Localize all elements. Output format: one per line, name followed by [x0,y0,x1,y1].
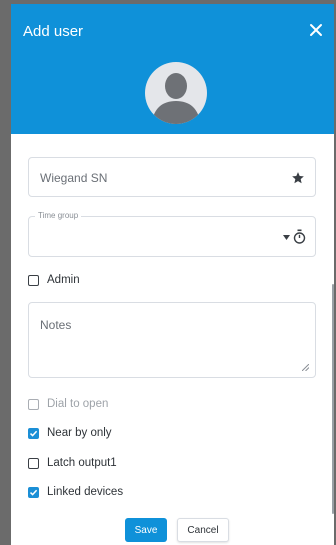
avatar[interactable] [145,62,207,124]
latch-output1-checkbox-box[interactable] [28,457,39,469]
notes-textarea[interactable]: Notes [28,302,316,378]
latch-output1-label: Latch output1 [47,457,117,469]
close-icon[interactable] [308,22,324,38]
dropdown-arrow-icon[interactable] [283,235,290,240]
user-silhouette-icon [152,73,200,124]
near-by-only-label: Near by only [47,427,112,439]
dial-to-open-label: Dial to open [47,398,109,410]
add-user-dialog: Add user Wiegand SN Time group Admin Not… [11,4,334,545]
cancel-button[interactable]: Cancel [177,518,229,542]
admin-checkbox[interactable]: Admin [28,272,80,288]
linked-devices-checkbox[interactable]: Linked devices [28,484,123,500]
dialog-header: Add user [11,4,334,134]
save-button[interactable]: Save [125,518,167,542]
checkmark-icon [29,489,38,496]
resize-handle-icon[interactable] [302,364,309,371]
near-by-only-checkbox[interactable]: Near by only [28,425,112,441]
wiegand-sn-placeholder: Wiegand SN [40,171,108,185]
notes-placeholder: Notes [40,318,72,332]
dialog-title: Add user [23,23,84,40]
linked-devices-label: Linked devices [47,486,124,498]
star-icon[interactable] [291,171,305,185]
linked-devices-checkbox-box[interactable] [28,486,39,498]
wiegand-sn-field[interactable]: Wiegand SN [28,157,316,197]
dial-to-open-checkbox: Dial to open [28,396,108,412]
admin-checkbox-box[interactable] [28,274,39,286]
time-group-label: Time group [35,211,82,220]
latch-output1-checkbox[interactable]: Latch output1 [28,455,117,471]
scrollbar[interactable] [332,284,334,514]
stopwatch-icon[interactable] [293,229,306,244]
checkmark-icon [29,430,38,437]
dial-to-open-checkbox-box [28,398,39,410]
admin-label: Admin [47,274,80,286]
time-group-select[interactable]: Time group [28,211,316,257]
near-by-only-checkbox-box[interactable] [28,427,39,439]
